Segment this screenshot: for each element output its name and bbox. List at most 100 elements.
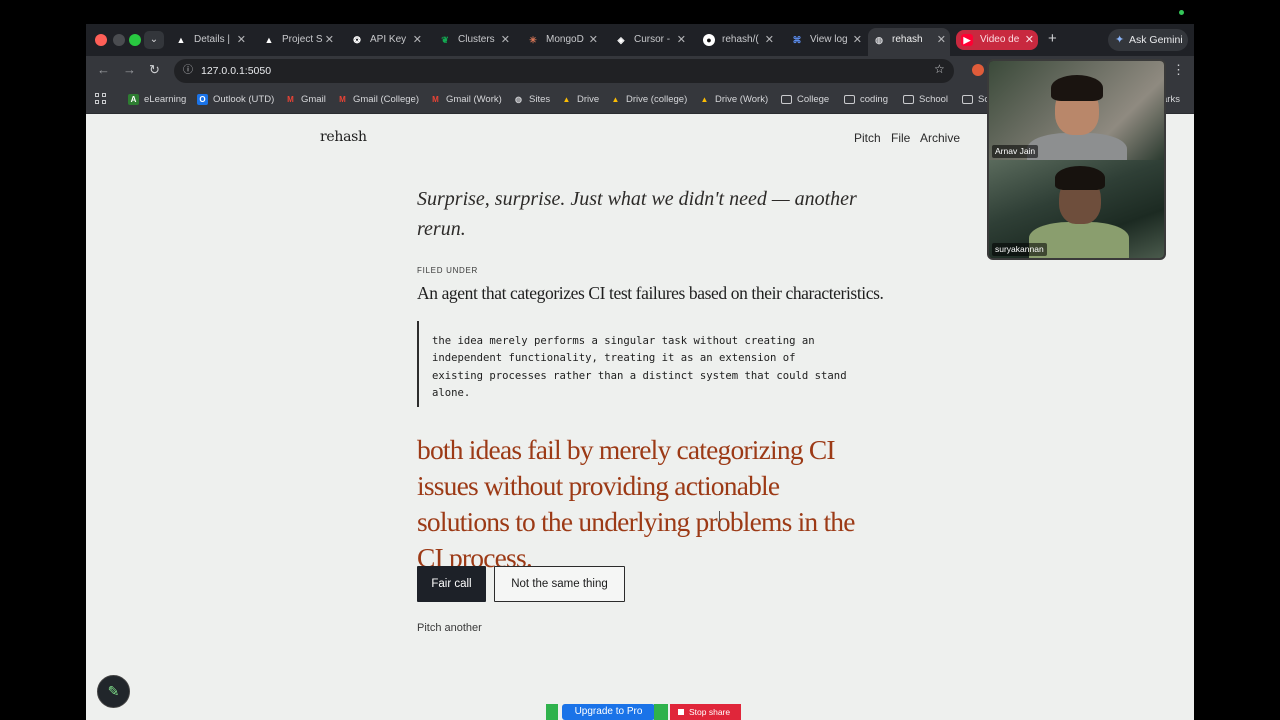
tab-api-keys[interactable]: ❂ API Key ✕ — [346, 28, 426, 56]
close-tab-icon[interactable]: ✕ — [853, 28, 862, 52]
ask-gemini-button[interactable]: ✦ Ask Gemini — [1108, 29, 1188, 51]
upgrade-to-pro-button[interactable]: Upgrade to Pro — [562, 704, 655, 720]
stop-share-button[interactable]: Stop share — [670, 704, 741, 720]
minimize-window-button[interactable] — [113, 34, 125, 46]
edit-pencil-button[interactable]: ✎ — [97, 675, 130, 708]
gmail-icon: M — [339, 95, 346, 104]
tab-github-rehash[interactable]: ● rehash/( ✕ — [698, 28, 778, 56]
claude-icon: ✳ — [529, 35, 537, 45]
extension-icon[interactable] — [972, 64, 984, 76]
more-menu-icon[interactable]: ⋮ — [1172, 62, 1185, 78]
folder-icon — [781, 95, 792, 104]
folder-icon — [962, 95, 973, 104]
apps-grid-icon[interactable] — [95, 93, 107, 105]
verdict-text: both ideas fail by merely categorizing C… — [417, 434, 855, 573]
folder-icon — [844, 95, 855, 104]
new-tab-button[interactable]: + — [1048, 30, 1057, 47]
bookmark-gmail-work[interactable]: M Gmail (Work) — [430, 93, 502, 107]
folder-icon — [903, 95, 914, 104]
vercel-icon: ▲ — [264, 35, 274, 45]
tab-rehash[interactable]: ◍ rehash ✕ — [868, 28, 950, 56]
zoom-window-button[interactable] — [129, 34, 141, 46]
site-info-icon[interactable]: ⓘ — [183, 59, 193, 83]
outlook-icon: O — [197, 94, 208, 105]
bookmark-drive[interactable]: ▲ Drive — [561, 93, 600, 107]
reload-icon[interactable]: ↻ — [149, 62, 160, 78]
logs-icon: ⌘ — [792, 35, 802, 45]
close-window-button[interactable] — [95, 34, 107, 46]
bookmark-gmail-college[interactable]: M Gmail (College) — [337, 93, 419, 107]
critique-quote: the idea merely performs a singular task… — [417, 321, 847, 407]
drive-icon: ▲ — [611, 95, 620, 104]
participant-hair — [1055, 166, 1105, 190]
participant-video-arnav: Arnav Jain — [989, 61, 1164, 173]
bookmark-folder-school[interactable]: School — [903, 93, 948, 107]
participant-name-tag: Arnav Jain — [992, 145, 1039, 158]
nav-pitch[interactable]: Pitch — [854, 131, 881, 145]
close-tab-icon[interactable]: ✕ — [937, 28, 946, 52]
back-arrow-icon[interactable]: ← — [97, 62, 110, 77]
bookmark-sites[interactable]: ◍ Sites — [513, 93, 550, 107]
tab-view-logs[interactable]: ⌘ View log ✕ — [786, 28, 866, 56]
participant-name-tag: suryakannan — [992, 243, 1047, 256]
nav-archive[interactable]: Archive — [920, 131, 960, 145]
idea-headline: An agent that categorizes CI test failur… — [417, 283, 884, 303]
bookmark-folder-coding[interactable]: coding — [844, 93, 888, 107]
phone-icon[interactable] — [546, 704, 558, 720]
bookmark-star-icon[interactable]: ☆ — [934, 62, 945, 76]
site-brand[interactable]: rehash — [320, 129, 367, 145]
close-tab-icon[interactable]: ✕ — [501, 28, 510, 52]
tagline: Surprise, surprise. Just what we didn't … — [417, 188, 857, 240]
recording-indicator — [1179, 10, 1184, 15]
tab-cursor[interactable]: ◈ Cursor - ✕ — [610, 28, 690, 56]
elearning-icon: A — [128, 94, 139, 105]
bookmark-drive-college[interactable]: ▲ Drive (college) — [610, 93, 688, 107]
tab-mongodb[interactable]: ✳ MongoD ✕ — [522, 28, 602, 56]
participant-hair — [1051, 75, 1103, 101]
close-tab-icon[interactable]: ✕ — [589, 28, 598, 52]
bookmark-folder-college[interactable]: College — [781, 93, 829, 107]
drive-icon: ▲ — [562, 95, 571, 104]
globe-icon: ◍ — [875, 35, 883, 45]
bookmark-elearning[interactable]: A eLearning — [128, 93, 186, 107]
close-tab-icon[interactable]: ✕ — [1025, 30, 1034, 50]
pencil-icon: ✎ — [107, 683, 120, 699]
tab-video[interactable]: ▶ Video de ✕ — [956, 30, 1038, 50]
bookmark-folder-sc[interactable]: Sc — [962, 93, 989, 107]
youtube-icon: ▶ — [961, 34, 973, 46]
close-tab-icon[interactable]: ✕ — [237, 28, 246, 52]
gmail-icon: M — [432, 95, 439, 104]
close-tab-icon[interactable]: ✕ — [765, 28, 774, 52]
bookmark-drive-work[interactable]: ▲ Drive (Work) — [699, 93, 769, 107]
openai-icon: ❂ — [353, 35, 361, 45]
cursor-icon: ◈ — [617, 35, 625, 45]
tab-clusters[interactable]: ❦ Clusters ✕ — [434, 28, 514, 56]
gmail-icon: M — [287, 95, 294, 104]
drive-icon: ▲ — [700, 95, 709, 104]
mongodb-leaf-icon: ❦ — [441, 35, 449, 45]
not-the-same-thing-button[interactable]: Not the same thing — [494, 566, 625, 602]
tab-search-button[interactable]: ⌄ — [144, 31, 164, 49]
globe-icon: ◍ — [515, 95, 522, 104]
tab-strip: ⌄ ▲ Details | ✕ ▲ Project S ✕ ❂ API Key … — [86, 24, 1194, 56]
nav-file[interactable]: File — [891, 131, 910, 145]
tab-project[interactable]: ▲ Project S ✕ — [258, 28, 338, 56]
github-icon: ● — [703, 34, 715, 46]
text-cursor — [719, 511, 720, 522]
pitch-another-link[interactable]: Pitch another — [417, 622, 482, 634]
fair-call-button[interactable]: Fair call — [417, 566, 486, 602]
video-call-overlay[interactable]: Arnav Jain suryakannan — [987, 59, 1166, 260]
participant-video-surya: suryakannan — [989, 160, 1164, 258]
forward-arrow-icon[interactable]: → — [123, 62, 136, 77]
tab-details[interactable]: ▲ Details | ✕ — [170, 28, 250, 56]
shield-icon[interactable] — [654, 704, 668, 720]
address-bar[interactable]: ⓘ 127.0.0.1:5050 — [174, 59, 954, 83]
filed-under-label: FILED UNDER — [417, 266, 479, 275]
vercel-icon: ▲ — [176, 35, 186, 45]
close-tab-icon[interactable]: ✕ — [413, 28, 422, 52]
bookmark-outlook-utd[interactable]: O Outlook (UTD) — [197, 93, 274, 107]
bookmark-gmail[interactable]: M Gmail — [285, 93, 326, 107]
close-tab-icon[interactable]: ✕ — [325, 28, 334, 52]
gemini-sparkle-icon: ✦ — [1115, 34, 1125, 46]
close-tab-icon[interactable]: ✕ — [677, 28, 686, 52]
